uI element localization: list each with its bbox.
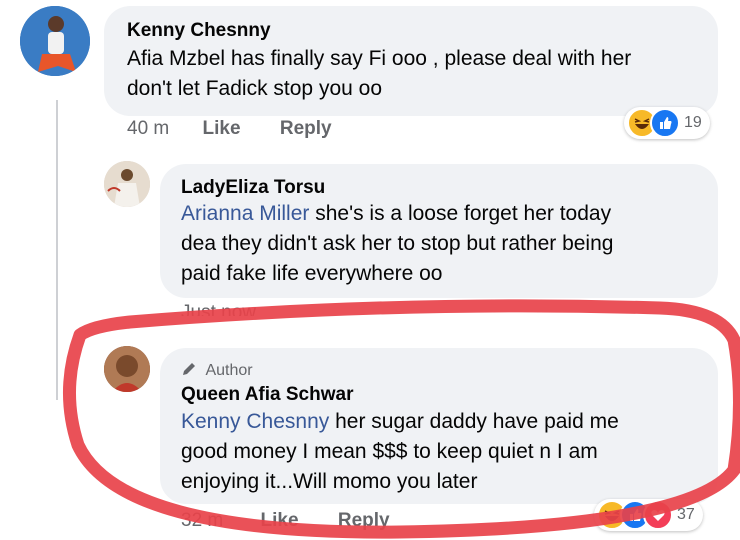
avatar[interactable] <box>20 6 90 76</box>
comment-line: dea they didn't ask her to stop but rath… <box>181 232 614 255</box>
comment-text: Kenny Chesnny her sugar daddy have paid … <box>181 407 619 497</box>
comment-line: paid fake life everywhere oo <box>181 262 443 285</box>
author-badge: Author <box>181 361 253 380</box>
reply-button[interactable]: Reply <box>338 510 390 531</box>
comment-line: enjoying it...Will momo you later <box>181 470 478 493</box>
mention-link[interactable]: Arianna Miller <box>181 202 309 225</box>
comment-line: good money I mean $$$ to keep quiet n I … <box>181 440 598 463</box>
reaction-count: 19 <box>684 114 702 131</box>
comment-line: don't let Fadick stop you oo <box>127 77 382 100</box>
avatar[interactable] <box>104 161 150 207</box>
reactions-summary[interactable]: 19 <box>624 107 710 139</box>
comment-line: her sugar daddy have paid me <box>329 410 619 433</box>
comment-meta: 40 m Like Reply <box>127 118 332 140</box>
reply-button[interactable]: Reply <box>280 118 332 139</box>
reactions-summary[interactable]: 37 <box>594 499 703 531</box>
comment-text: Arianna Miller she's is a loose forget h… <box>181 199 613 289</box>
comment-time[interactable]: 32 m <box>181 510 223 531</box>
comment-meta: 32 m Like Reply <box>181 510 390 532</box>
like-button[interactable]: Like <box>261 510 299 531</box>
like-button[interactable]: Like <box>203 118 241 139</box>
comment-line: she's is a loose forget her today <box>309 202 612 225</box>
love-icon <box>643 500 673 530</box>
comment-author[interactable]: Kenny Chesnny <box>127 20 271 42</box>
author-badge-label: Author <box>205 362 253 379</box>
reaction-count: 37 <box>677 506 695 523</box>
comment-meta-partial: Just now <box>181 302 256 316</box>
like-icon <box>650 108 680 138</box>
comment-author[interactable]: LadyEliza Torsu <box>181 177 325 199</box>
comment-time[interactable]: Just now <box>181 302 256 316</box>
comment-time[interactable]: 40 m <box>127 118 169 139</box>
thread-line <box>56 100 58 400</box>
comment-line: Afia Mzbel has finally say Fi ooo , plea… <box>127 47 632 70</box>
avatar[interactable] <box>104 346 150 392</box>
comment-text: Afia Mzbel has finally say Fi ooo , plea… <box>127 44 631 104</box>
pencil-icon <box>181 361 197 377</box>
comment-author[interactable]: Queen Afia Schwar <box>181 384 353 406</box>
mention-link[interactable]: Kenny Chesnny <box>181 410 329 433</box>
